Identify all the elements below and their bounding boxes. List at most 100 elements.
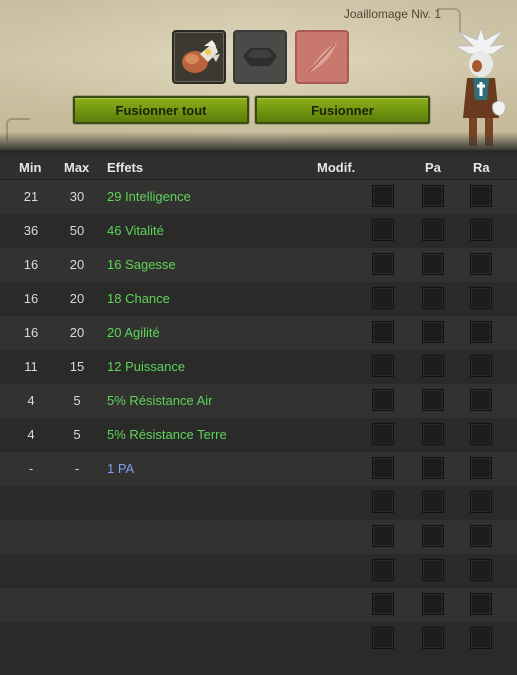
min-value: 4 — [27, 427, 35, 442]
pa-checkbox[interactable] — [422, 389, 444, 411]
min-value: 16 — [23, 291, 39, 306]
ra-checkbox[interactable] — [470, 559, 492, 581]
max-value: 20 — [69, 257, 85, 272]
max-value — [64, 588, 90, 622]
max-value: 15 — [69, 359, 85, 374]
min-value — [18, 554, 44, 588]
pa-checkbox[interactable] — [422, 185, 444, 207]
table-row — [0, 486, 517, 520]
effect-label: 5% Résistance Terre — [107, 427, 227, 442]
fuse-all-button[interactable]: Fusionner tout — [73, 96, 249, 124]
modif-checkbox[interactable] — [372, 219, 394, 241]
column-modif: Modif. — [317, 160, 356, 175]
max-value: - — [74, 461, 80, 476]
min-value — [18, 486, 44, 520]
max-value: 20 — [69, 291, 85, 306]
character-avatar — [451, 26, 511, 150]
rune-slot[interactable] — [233, 30, 287, 84]
item-slot[interactable] — [172, 30, 226, 84]
min-value: 4 — [27, 393, 35, 408]
column-effects: Effets — [107, 160, 144, 175]
feather-potion-icon — [308, 42, 337, 73]
effect-label: 16 Sagesse — [107, 257, 176, 272]
table-row — [0, 520, 517, 554]
pa-checkbox[interactable] — [422, 355, 444, 377]
amulet-item-icon — [182, 40, 220, 73]
job-title: Joaillomage Niv. 1 — [343, 7, 441, 21]
ra-checkbox[interactable] — [470, 593, 492, 615]
min-value: 16 — [23, 257, 39, 272]
modif-checkbox[interactable] — [372, 457, 394, 479]
decorative-corner — [6, 118, 30, 142]
effects-table-body: 21 30 29 Intelligence 36 50 46 Vitalité … — [0, 180, 517, 656]
max-value — [64, 622, 90, 656]
pa-checkbox[interactable] — [422, 219, 444, 241]
modif-checkbox[interactable] — [372, 525, 394, 547]
modif-checkbox[interactable] — [372, 627, 394, 649]
ra-checkbox[interactable] — [470, 457, 492, 479]
pa-checkbox[interactable] — [422, 593, 444, 615]
effect-label: 18 Chance — [107, 291, 170, 306]
table-row: 16 20 20 Agilité — [0, 316, 517, 350]
modif-checkbox[interactable] — [372, 559, 394, 581]
pa-checkbox[interactable] — [422, 491, 444, 513]
modif-checkbox[interactable] — [372, 593, 394, 615]
column-max: Max — [64, 160, 90, 175]
table-row: 36 50 46 Vitalité — [0, 214, 517, 248]
max-value — [64, 554, 90, 588]
min-value: 36 — [23, 223, 39, 238]
ra-checkbox[interactable] — [470, 491, 492, 513]
modif-checkbox[interactable] — [372, 389, 394, 411]
table-row: 16 20 16 Sagesse — [0, 248, 517, 282]
pa-checkbox[interactable] — [422, 457, 444, 479]
min-value: 11 — [24, 359, 38, 374]
modif-checkbox[interactable] — [372, 321, 394, 343]
ra-checkbox[interactable] — [470, 355, 492, 377]
modif-checkbox[interactable] — [372, 185, 394, 207]
modif-checkbox[interactable] — [372, 253, 394, 275]
modif-checkbox[interactable] — [372, 355, 394, 377]
modif-checkbox[interactable] — [372, 491, 394, 513]
min-value: 21 — [23, 189, 39, 204]
min-value — [18, 622, 44, 656]
pa-checkbox[interactable] — [422, 559, 444, 581]
table-row — [0, 554, 517, 588]
modif-checkbox[interactable] — [372, 287, 394, 309]
max-value: 5 — [73, 427, 81, 442]
pa-checkbox[interactable] — [422, 525, 444, 547]
ra-checkbox[interactable] — [470, 423, 492, 445]
effect-label: 20 Agilité — [107, 325, 160, 340]
pa-checkbox[interactable] — [422, 287, 444, 309]
potion-slot[interactable] — [295, 30, 349, 84]
table-row: 16 20 18 Chance — [0, 282, 517, 316]
column-ra: Ra — [473, 160, 490, 175]
column-pa: Pa — [425, 160, 441, 175]
max-value — [64, 520, 90, 554]
effects-table-header: Min Max Effets Modif. Pa Ra — [0, 155, 517, 180]
min-value — [18, 588, 44, 622]
modif-checkbox[interactable] — [372, 423, 394, 445]
min-value: - — [28, 461, 34, 476]
pa-checkbox[interactable] — [422, 253, 444, 275]
effect-label: 46 Vitalité — [107, 223, 164, 238]
ra-checkbox[interactable] — [470, 525, 492, 547]
table-row — [0, 622, 517, 656]
max-value: 20 — [69, 325, 85, 340]
fuse-button[interactable]: Fusionner — [255, 96, 430, 124]
ra-checkbox[interactable] — [470, 389, 492, 411]
max-value — [64, 486, 90, 520]
ra-checkbox[interactable] — [470, 287, 492, 309]
forge-header: Joaillomage Niv. 1 Fusionner tout Fusion… — [0, 0, 517, 150]
panel-footer — [0, 662, 517, 675]
max-value: 30 — [69, 189, 85, 204]
pa-checkbox[interactable] — [422, 423, 444, 445]
ra-checkbox[interactable] — [470, 253, 492, 275]
ra-checkbox[interactable] — [470, 185, 492, 207]
pa-checkbox[interactable] — [422, 321, 444, 343]
pa-checkbox[interactable] — [422, 627, 444, 649]
ra-checkbox[interactable] — [470, 219, 492, 241]
ra-checkbox[interactable] — [470, 321, 492, 343]
ra-checkbox[interactable] — [470, 627, 492, 649]
table-row — [0, 588, 517, 622]
effect-label: 12 Puissance — [107, 359, 186, 374]
